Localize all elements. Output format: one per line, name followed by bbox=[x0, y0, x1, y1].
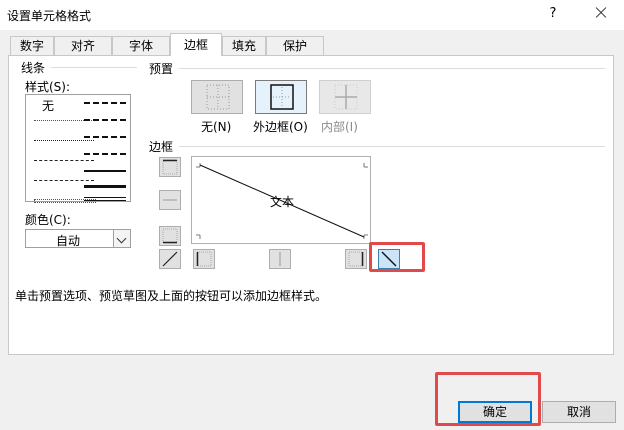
line-section-label: 线条 bbox=[21, 61, 46, 75]
color-select[interactable]: 自动 bbox=[25, 229, 131, 248]
divider bbox=[179, 146, 605, 147]
divider bbox=[179, 68, 605, 69]
tab-label: 字体 bbox=[128, 39, 153, 53]
hint-text: 单击预置选项、预览草图及上面的按钮可以添加边框样式。 bbox=[15, 289, 328, 303]
style-label: 样式(S): bbox=[25, 80, 71, 94]
border-left-button[interactable] bbox=[193, 249, 215, 269]
diagonal-up-icon bbox=[162, 251, 178, 267]
tab-alignment[interactable]: 对齐 bbox=[54, 36, 112, 56]
border-section-label: 边框 bbox=[149, 140, 174, 154]
cancel-label: 取消 bbox=[566, 405, 591, 419]
border-left-icon bbox=[196, 251, 212, 267]
border-top-button[interactable] bbox=[159, 157, 181, 177]
preset-inside-button[interactable] bbox=[319, 80, 371, 114]
preview-text: 文本 bbox=[270, 195, 295, 209]
border-inside-vertical-icon bbox=[279, 252, 281, 266]
border-preview[interactable]: 文本 bbox=[191, 156, 371, 244]
line-style-none[interactable]: 无 bbox=[42, 97, 54, 114]
tab-label: 数字 bbox=[19, 39, 44, 53]
window-title: 设置单元格格式 bbox=[7, 9, 92, 23]
tab-label: 填充 bbox=[231, 39, 256, 53]
line-style-double[interactable] bbox=[84, 197, 126, 201]
border-inside-vertical-button[interactable] bbox=[269, 249, 291, 269]
border-right-icon bbox=[348, 251, 364, 267]
line-style-dash-dot-dot[interactable] bbox=[34, 160, 94, 161]
line-style-dash-dot[interactable] bbox=[34, 180, 94, 181]
tab-label: 边框 bbox=[183, 38, 208, 52]
preset-outline-button[interactable] bbox=[255, 80, 307, 114]
close-icon[interactable] bbox=[584, 0, 618, 26]
preset-outline-icon bbox=[270, 84, 294, 110]
tab-protection[interactable]: 保护 bbox=[266, 36, 324, 56]
color-label: 颜色(C): bbox=[25, 213, 71, 227]
tab-label: 保护 bbox=[282, 39, 307, 53]
tab-label: 对齐 bbox=[70, 39, 95, 53]
help-button[interactable]: ? bbox=[540, 2, 566, 26]
preset-inside-label: 内部(I) bbox=[321, 120, 358, 134]
divider bbox=[51, 67, 137, 68]
line-style-dotted[interactable] bbox=[34, 140, 94, 141]
tab-number[interactable]: 数字 bbox=[10, 36, 54, 56]
preset-none-button[interactable] bbox=[191, 80, 243, 114]
line-style-thick[interactable] bbox=[84, 185, 126, 188]
border-bottom-button[interactable] bbox=[159, 226, 181, 246]
border-tab-panel: 线条 样式(S): 无 颜色(C): 自动 预置 无(N) 外边框(O) 内部(… bbox=[8, 55, 614, 355]
line-style-medium-dashed[interactable] bbox=[84, 153, 126, 155]
tab-border[interactable]: 边框 bbox=[170, 33, 222, 56]
line-style-medium-dash-dot[interactable] bbox=[84, 136, 126, 138]
preset-outline-label: 外边框(O) bbox=[253, 120, 308, 134]
cancel-button[interactable]: 取消 bbox=[542, 401, 616, 423]
presets-section-label: 预置 bbox=[149, 62, 174, 76]
line-style-medium[interactable] bbox=[84, 170, 126, 172]
preset-none-label: 无(N) bbox=[201, 120, 232, 134]
line-style-medium-dash-dot-dot[interactable] bbox=[84, 102, 126, 104]
title-bar: 设置单元格格式 ? bbox=[0, 0, 624, 30]
ok-label: 确定 bbox=[482, 405, 507, 419]
border-inside-horizontal-icon bbox=[163, 199, 177, 201]
tab-font[interactable]: 字体 bbox=[112, 36, 170, 56]
chevron-down-icon[interactable] bbox=[113, 230, 130, 247]
preset-none-icon bbox=[206, 84, 230, 110]
highlight-frame bbox=[369, 242, 425, 272]
border-diagonal-up-button[interactable] bbox=[159, 249, 181, 269]
ok-button[interactable]: 确定 bbox=[458, 401, 532, 423]
tab-fill[interactable]: 填充 bbox=[222, 36, 266, 56]
preset-inside-icon bbox=[334, 84, 358, 110]
border-top-icon bbox=[162, 159, 178, 175]
line-style-slant-dash-dot[interactable] bbox=[84, 119, 126, 121]
line-style-list[interactable]: 无 bbox=[25, 94, 131, 203]
border-inside-horizontal-button[interactable] bbox=[159, 190, 181, 210]
color-select-value: 自动 bbox=[56, 234, 81, 248]
border-right-button[interactable] bbox=[345, 249, 367, 269]
border-bottom-icon bbox=[162, 228, 178, 244]
